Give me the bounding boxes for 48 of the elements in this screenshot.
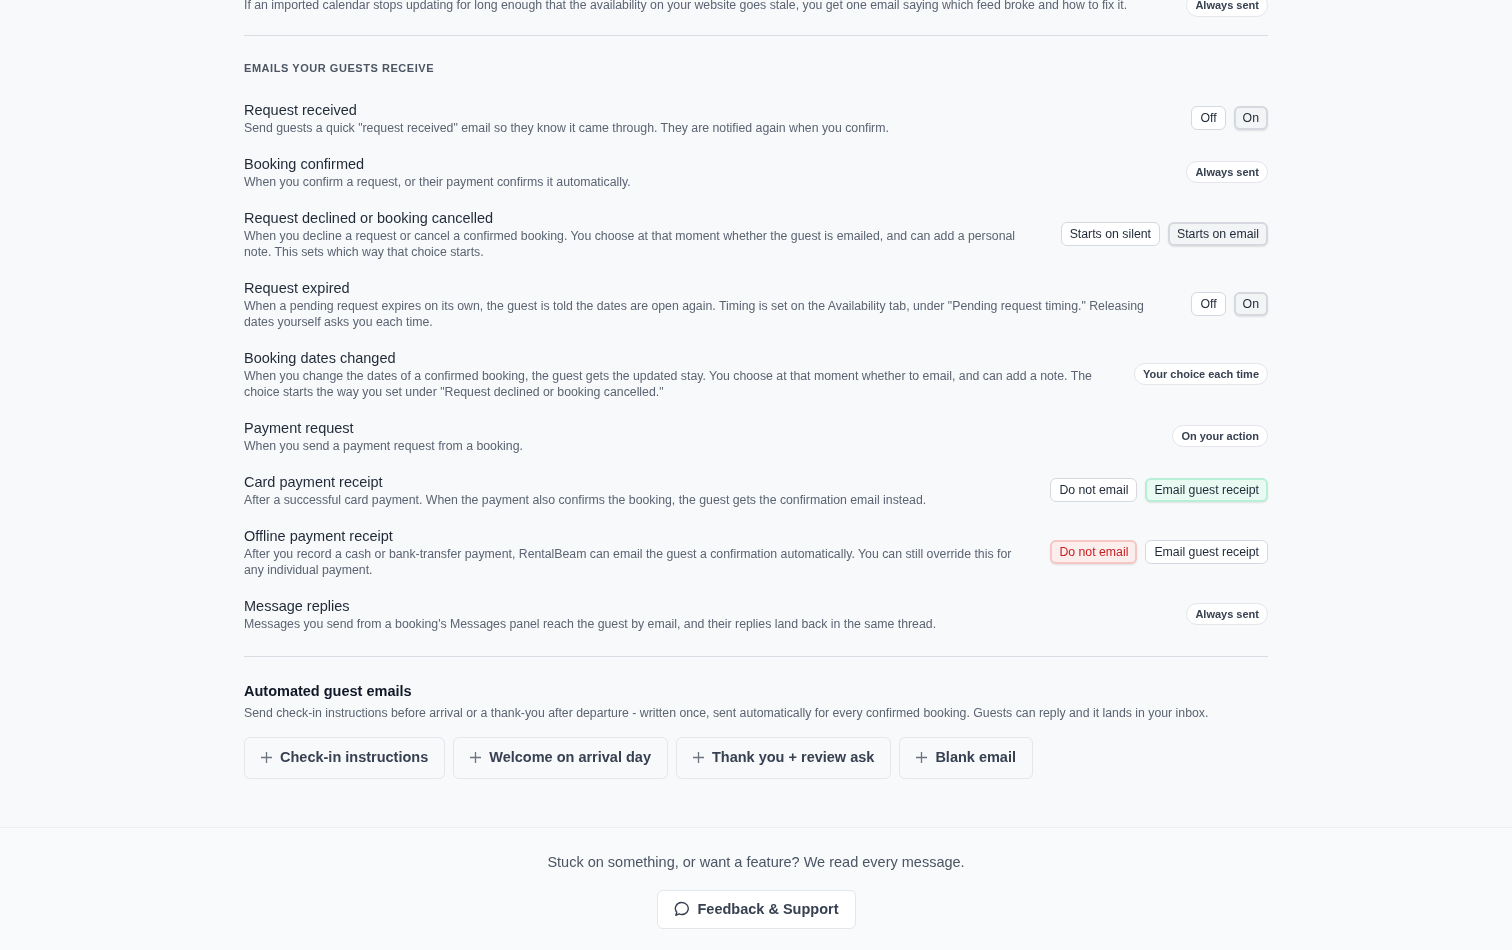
setting-title: Payment request [244,419,355,438]
section-heading: EMAILS YOUR GUESTS RECEIVE [244,60,436,76]
setting-title: Message replies [244,597,351,616]
setting-title: Offline payment receipt [244,527,394,546]
setting-title: Request received [244,101,358,120]
option-button[interactable]: Off [1191,292,1226,316]
option-button[interactable]: On [1233,292,1268,316]
setting-description: When you confirm a request, or their payment confirms it automatically. [244,174,631,190]
setting-description: After a successful card payment. When the payment also confirms the booking, the guest gets the confirmation email instead. [244,492,927,508]
option-button[interactable]: Email guest receipt [1145,540,1268,564]
setting-title: Booking dates changed [244,349,397,368]
add-template-button[interactable]: Thank you + review ask [675,737,892,779]
setting-description: When you change the dates of a confirmed booking, the guest gets the updated stay. You choose at that moment whether to email, and can add a note. The choice starts the way you set under "Request declined or booking cancelled." [244,368,1093,400]
setting-title: Card payment receipt [244,473,384,492]
status-badge: Always sent [1186,160,1268,184]
add-template-button[interactable]: Check-in instructions [244,737,446,779]
setting-description: When you send a payment request from a booking. [244,438,523,454]
setting-description: When you decline a request or cancel a confirmed booking. You choose at that moment whether the guest is emailed, and can add a personal note. This sets which way that choice starts. [244,228,1017,260]
status-badge: Always sent [1186,602,1268,626]
plus-icon [470,752,482,764]
section-description: Send check-in instructions before arrival or a thank-you after departure - written once, sent automatically for every confirmed booking. Guests can reply and it lands in your inbox. [244,705,1210,721]
chat-bubble-icon [673,901,690,918]
section-title: Automated guest emails [244,682,413,701]
setting-description: If an imported calendar stops updating for long enough that the availability on your website goes stale, you get one email saying which feed broke and how to fix it. [244,0,1128,14]
setting-description: When a pending request expires on its own, the guest is told the dates are open again. Timing is set on the Availability tab, under "Pending request timing." Releasing dates yourself asks you each time. [244,298,1145,330]
setting-title: Request expired [244,279,351,298]
plus-icon [261,752,272,764]
setting-description: After you record a cash or bank-transfer payment, RentalBeam can email the guest a confirmation automatically. You can still override this for any individual payment. [244,546,1013,578]
feedback-button[interactable]: Feedback & Support [656,889,856,930]
setting-title: Request declined or booking cancelled [244,209,495,228]
option-button[interactable]: On [1233,106,1268,130]
option-button[interactable]: Email guest receipt [1145,478,1268,502]
footer-text: Stuck on something, or want a feature? We read every message. [546,852,966,872]
setting-title: Booking confirmed [244,155,366,174]
status-badge: Your choice each time [1134,362,1268,386]
option-button[interactable]: Starts on silent [1060,222,1160,246]
plus-icon [916,752,928,764]
add-template-button[interactable]: Welcome on arrival day [453,737,668,779]
option-button[interactable]: Starts on email [1168,222,1268,246]
option-button[interactable]: Off [1191,106,1226,130]
option-button[interactable]: Do not email [1050,540,1138,564]
status-badge: On your action [1172,424,1268,448]
add-template-button[interactable]: Blank email [899,737,1033,779]
status-badge: Always sent [1186,0,1268,17]
option-button[interactable]: Do not email [1050,478,1138,502]
setting-description: Messages you send from a booking's Messages panel reach the guest by email, and their replies land back in the same thread. [244,616,937,632]
plus-icon [692,752,704,764]
setting-description: Send guests a quick "request received" email so they know it came through. They are notified again when you confirm. [244,120,889,136]
